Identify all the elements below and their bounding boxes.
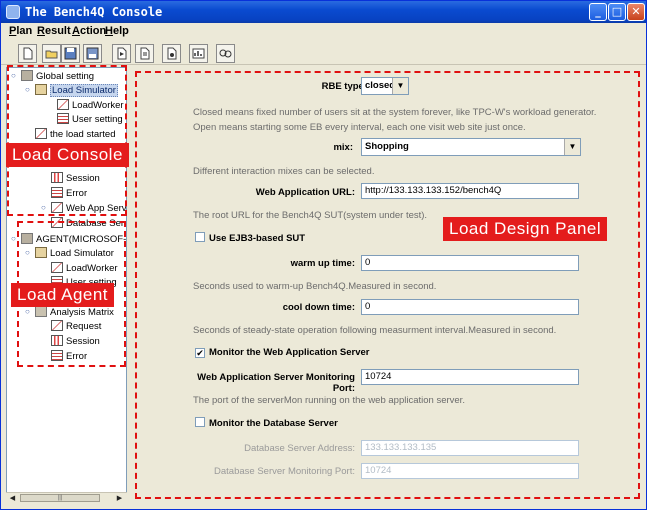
toolbar	[1, 41, 646, 65]
load-icon[interactable]	[135, 44, 154, 63]
load-console-frame	[7, 65, 127, 216]
report-icon[interactable]	[189, 44, 208, 63]
open-icon[interactable]	[42, 44, 61, 63]
load-design-panel-label: Load Design Panel	[443, 217, 608, 241]
scroll-thumb[interactable]: |||	[20, 494, 100, 502]
load-agent-icon[interactable]	[162, 44, 181, 63]
menu-plan[interactable]: Plan	[9, 25, 32, 37]
new-icon[interactable]	[18, 44, 37, 63]
load-console-label: Load Console	[6, 143, 129, 167]
run-icon[interactable]	[112, 44, 131, 63]
title-bar[interactable]: The Bench4Q Console _ □ ✕	[1, 1, 646, 23]
save-as-icon[interactable]	[83, 44, 102, 63]
app-icon	[6, 5, 20, 19]
menu-result[interactable]: Result	[37, 25, 71, 37]
load-agent-label: Load Agent	[11, 283, 115, 307]
close-button[interactable]: ✕	[627, 3, 645, 21]
scroll-right-icon[interactable]: ▶	[115, 494, 124, 503]
scroll-left-icon[interactable]: ◀	[8, 494, 17, 503]
menu-bar: Plan Result Action Help	[1, 23, 646, 40]
menu-help[interactable]: Help	[105, 25, 129, 37]
app-window: The Bench4Q Console _ □ ✕ Plan Result Ac…	[0, 0, 647, 510]
maximize-button[interactable]: □	[608, 3, 626, 21]
minimize-button[interactable]: _	[589, 3, 607, 21]
connect-icon[interactable]	[216, 44, 235, 63]
menu-action[interactable]: Action	[72, 25, 106, 37]
save-icon[interactable]	[61, 44, 80, 63]
load-design-panel-frame	[135, 71, 640, 499]
tree-horizontal-scrollbar[interactable]: ◀ ||| ▶	[6, 492, 127, 503]
pane-splitter[interactable]	[128, 67, 132, 503]
window-title: The Bench4Q Console	[25, 5, 163, 19]
